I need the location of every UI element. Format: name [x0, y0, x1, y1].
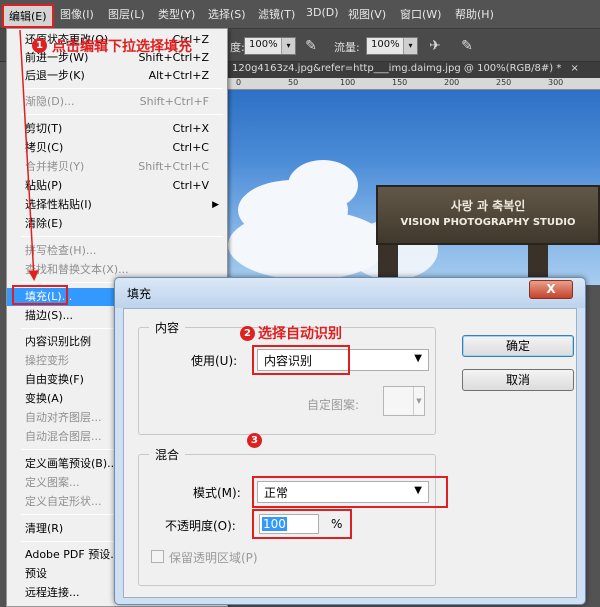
pattern-picker[interactable]: ▼: [383, 386, 425, 416]
dialog-titlebar[interactable]: 填充 X: [115, 278, 585, 308]
ok-button[interactable]: 确定: [462, 335, 574, 357]
mode-label: 模式(M):: [193, 486, 241, 500]
use-highlight-box: [252, 345, 350, 375]
custom-pattern-label: 自定图案:: [307, 398, 360, 412]
step-2-note: 选择自动识别: [258, 326, 342, 342]
preserve-transparency-checkbox[interactable]: [151, 550, 164, 563]
blend-group: 混合 模式(M): 正常 ▼ 不透明度(O): 100 % 保留透明区域(P): [138, 446, 448, 586]
opacity-label: 不透明度(O):: [165, 519, 236, 533]
close-button[interactable]: X: [529, 280, 573, 299]
step-3-badge: 3: [247, 433, 262, 448]
dialog-body: 内容 使用(U): 内容识别 ▼ 自定图案: ▼ 混合 模式(M): 正常 ▼ …: [123, 308, 577, 598]
mode-highlight-box: [252, 476, 448, 508]
step-2-badge: 2: [240, 326, 255, 341]
fill-dialog: 填充 X 内容 使用(U): 内容识别 ▼ 自定图案: ▼ 混合 模式(M): …: [114, 277, 586, 605]
opacity-highlight-box: [252, 509, 352, 539]
chevron-down-icon: ▼: [414, 353, 422, 364]
cancel-button[interactable]: 取消: [462, 369, 574, 391]
preserve-transparency-label: 保留透明区域(P): [169, 551, 258, 565]
blend-group-label: 混合: [149, 446, 186, 463]
content-group: 内容 使用(U): 内容识别 ▼ 自定图案: ▼: [138, 319, 436, 435]
use-label: 使用(U):: [191, 354, 238, 368]
dialog-title: 填充: [127, 287, 152, 301]
chevron-down-icon: ▼: [413, 387, 424, 415]
content-group-label: 内容: [149, 319, 186, 336]
